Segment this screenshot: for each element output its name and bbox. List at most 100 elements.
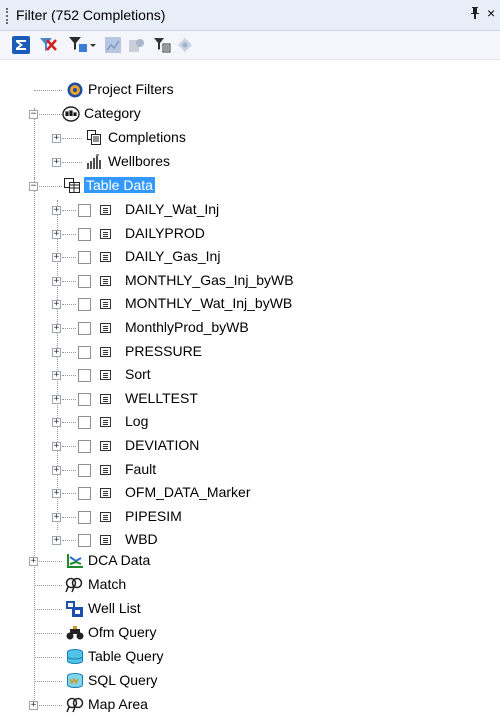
expand-icon[interactable]: + [52,513,61,522]
table-row[interactable]: + MONTHLY_Gas_Inj_byWB [0,270,500,292]
expand-icon[interactable]: + [52,418,61,427]
filter-toolbar [0,31,500,60]
panel-title: Filter (752 Completions) [16,7,166,23]
clear-filter-icon[interactable] [38,36,58,54]
expand-icon[interactable]: + [52,277,61,286]
tree-item-completions[interactable]: + Completions [0,127,500,149]
filter-options-icon[interactable] [68,36,96,54]
tree-item-well-list[interactable]: Well List [0,598,500,620]
table-icon [100,465,111,475]
map-area-icon [66,697,84,716]
table-checkbox[interactable] [78,464,91,477]
expand-icon[interactable]: + [52,348,61,357]
tree-item-category[interactable]: − Category [0,103,500,125]
table-row[interactable]: + DEVIATION [0,435,500,457]
tree-label-selected: Table Data [84,177,155,193]
expand-icon[interactable]: + [52,324,61,333]
filter-list-icon[interactable] [153,36,171,54]
table-checkbox[interactable] [78,228,91,241]
table-row[interactable]: + OFM_DATA_Marker [0,482,500,504]
table-row[interactable]: + Log [0,411,500,433]
tree-label: Map Area [88,696,148,712]
drag-grip[interactable] [6,8,10,24]
expand-icon[interactable]: + [52,206,61,215]
table-row[interactable]: + WBD [0,529,500,551]
table-checkbox[interactable] [78,298,91,311]
table-row[interactable]: + WELLTEST [0,388,500,410]
query-icon[interactable] [128,36,146,54]
tree-label: SQL Query [88,672,158,688]
table-row[interactable]: + Fault [0,459,500,481]
tree-item-sql-query[interactable]: SQL Query [0,670,500,692]
expand-icon[interactable]: + [52,489,61,498]
wellbores-icon [87,154,103,173]
tree-item-wellbores[interactable]: + Wellbores [0,151,500,173]
chart-icon[interactable] [104,36,122,54]
table-icon [100,252,111,262]
expand-icon[interactable]: + [52,134,61,143]
pin-icon[interactable] [470,6,480,23]
table-icon [100,488,111,498]
table-checkbox[interactable] [78,534,91,547]
collapse-icon[interactable]: − [29,110,38,119]
table-icon [100,394,111,404]
table-icon [100,276,111,286]
table-label: PRESSURE [125,343,203,359]
table-checkbox[interactable] [78,322,91,335]
table-checkbox[interactable] [78,511,91,524]
table-row[interactable]: + PIPESIM [0,506,500,528]
table-checkbox[interactable] [78,204,91,217]
tree-label: Wellbores [108,153,170,169]
table-row[interactable]: + MonthlyProd_byWB [0,317,500,339]
table-checkbox[interactable] [78,416,91,429]
table-icon [100,370,111,380]
table-checkbox[interactable] [78,275,91,288]
table-row[interactable]: + Sort [0,364,500,386]
table-icon [100,535,111,545]
expand-icon[interactable]: + [52,300,61,309]
expand-icon[interactable]: + [52,395,61,404]
sigma-icon[interactable] [12,36,30,54]
tree-label: Category [84,105,141,121]
table-row[interactable]: + DAILY_Gas_Inj [0,246,500,268]
expand-icon[interactable]: + [29,557,38,566]
tree-label: Project Filters [88,81,174,97]
tree-item-project-filters[interactable]: Project Filters [0,79,500,101]
table-label: Log [125,413,149,429]
expand-icon[interactable]: + [52,466,61,475]
tree-item-dca-data[interactable]: + DCA Data [0,550,500,572]
table-checkbox[interactable] [78,487,91,500]
tree-label: Match [88,576,127,592]
table-checkbox[interactable] [78,346,91,359]
table-icon [100,441,111,451]
expand-icon[interactable]: + [29,701,38,710]
diamond-icon[interactable] [176,36,194,54]
table-row[interactable]: + DAILYPROD [0,223,500,245]
tree-label: Completions [108,129,186,145]
expand-icon[interactable]: + [52,253,61,262]
table-label: WELLTEST [125,390,198,406]
dca-data-icon [66,553,84,572]
table-label: DAILY_Wat_Inj [125,201,220,217]
expand-icon[interactable]: + [52,371,61,380]
tree-item-table-query[interactable]: Table Query [0,646,500,668]
expand-icon[interactable]: + [52,536,61,545]
table-row[interactable]: + PRESSURE [0,341,500,363]
expand-icon[interactable]: + [52,158,61,167]
tree-item-table-data[interactable]: − Table Data [0,175,500,197]
table-row[interactable]: + DAILY_Wat_Inj [0,199,500,221]
collapse-icon[interactable]: − [29,182,38,191]
table-label: MONTHLY_Gas_Inj_byWB [125,272,294,288]
tree-item-match[interactable]: Match [0,574,500,596]
table-checkbox[interactable] [78,369,91,382]
table-row[interactable]: + MONTHLY_Wat_Inj_byWB [0,293,500,315]
table-checkbox[interactable] [78,393,91,406]
expand-icon[interactable]: + [52,442,61,451]
table-checkbox[interactable] [78,251,91,264]
table-label: DAILY_Gas_Inj [125,248,221,264]
expand-icon[interactable]: + [52,230,61,239]
table-icon [100,299,111,309]
table-checkbox[interactable] [78,440,91,453]
tree-item-ofm-query[interactable]: Ofm Query [0,622,500,644]
close-icon[interactable]: × [487,5,495,21]
